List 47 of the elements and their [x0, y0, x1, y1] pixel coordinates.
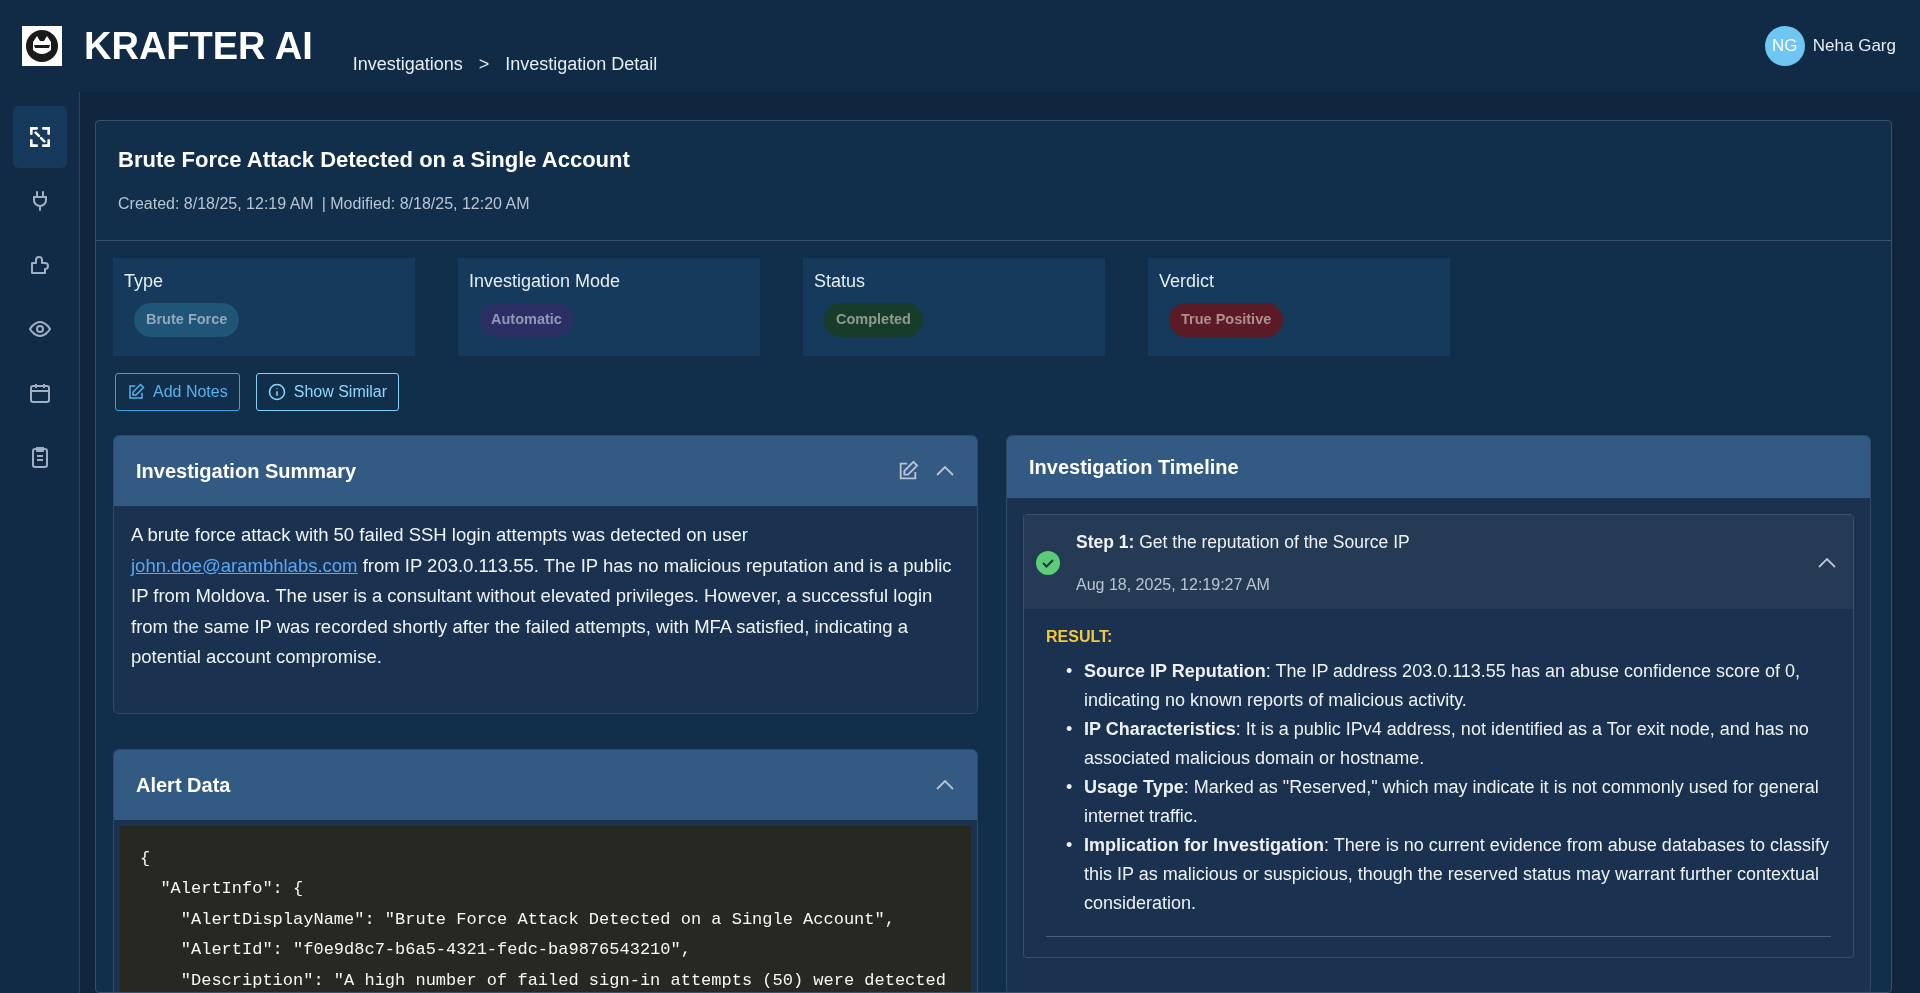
code-line: "Description": "A high number of failed sign-in attempts (50) were detected: [179, 969, 947, 992]
code-line: "AlertId": "f0e9d8c7-b6a5-4321-fedc-ba9876543210",: [179, 939, 692, 961]
tag: True Positive: [1169, 303, 1284, 337]
edit-icon: [127, 383, 145, 401]
breadcrumb-link[interactable]: Investigation Detail: [505, 50, 658, 78]
result-item: Usage Type: Marked as "Reserved," which may indicate it is not commonly used for general internet traffic.: [1084, 776, 1820, 829]
tag: Brute Force: [134, 303, 240, 337]
bullet: •: [1066, 834, 1074, 858]
app-name: KRAFTER AI: [84, 23, 313, 69]
created-date: Created: 8/18/25, 12:19 AM: [118, 194, 314, 214]
field-label: Verdict: [1159, 270, 1216, 293]
panel-title: Alert Data: [136, 772, 231, 798]
investigation-title: Brute Force Attack Detected on a Single Account: [118, 146, 631, 174]
collapse-icon[interactable]: [935, 778, 955, 791]
bullet: •: [1066, 718, 1074, 742]
breadcrumb-separator: >: [478, 52, 490, 76]
email-link[interactable]: john.doe@arambhlabs.com: [131, 554, 358, 576]
field-label: Investigation Mode: [469, 270, 622, 293]
tag: Automatic: [479, 303, 574, 337]
add-notes-button[interactable]: Add Notes: [115, 373, 240, 411]
user-name[interactable]: Neha Garg: [1812, 33, 1896, 59]
code-line: {: [140, 847, 152, 870]
info-icon: [267, 383, 286, 401]
tag: Completed: [824, 303, 923, 337]
step-time: Aug 18, 2025, 12:19:27 AM: [1076, 575, 1271, 596]
field-label: Status: [814, 270, 867, 293]
result-label: RESULT:: [1046, 627, 1114, 648]
collapse-icon[interactable]: [1817, 557, 1837, 570]
result-item: IP Characteristics: It is a public IPv4 address, not identified as a Tor exit node, and has no associated malicious domain or hostname.: [1084, 718, 1810, 771]
bullet: •: [1066, 660, 1074, 684]
step-title: Step 1: Get the reputation of the Source IP: [1076, 531, 1411, 554]
panel-title: Investigation Timeline: [1029, 455, 1239, 480]
modified-date: | Modified: 8/18/25, 12:20 AM: [321, 194, 530, 214]
code-line: "AlertDisplayName": "Brute Force Attack Detected on a Single Account",: [179, 908, 896, 931]
result-item: Implication for Investigation: There is no current evidence from abuse databases to classify this IP as malicious or suspicious, though the reserved status may warrant further contextual consideration.: [1084, 834, 1830, 916]
bullet: •: [1066, 776, 1074, 800]
breadcrumb-link[interactable]: Investigations: [352, 50, 463, 78]
logo-icon: [22, 26, 62, 66]
collapse-icon[interactable]: [935, 465, 955, 477]
panel-title: Investigation Summary: [136, 459, 357, 484]
show-similar-button[interactable]: Show Similar: [255, 373, 400, 411]
edit-icon[interactable]: [897, 460, 919, 482]
code-line: "AlertInfo": {: [159, 878, 305, 900]
result-item: Source IP Reputation: The IP address 203.0.113.55 has an abuse confidence score of 0, indicating no known reports of malicious activity.: [1084, 660, 1802, 713]
expand-icon[interactable]: [13, 106, 67, 168]
summary-text: A brute force attack with 50 failed SSH login attempts was detected on user john.doe@arambhlabs.com from IP 203.0.113.55. The IP has no malicious reputation and is a public IP from Moldova. The user is a consultant without elevated privileges. However, a successful login from the same IP was recorded shortly after the failed attempts, with MFA satisfied, indicating a potential account compromise.: [129, 523, 953, 669]
field-label: Type: [124, 270, 165, 293]
